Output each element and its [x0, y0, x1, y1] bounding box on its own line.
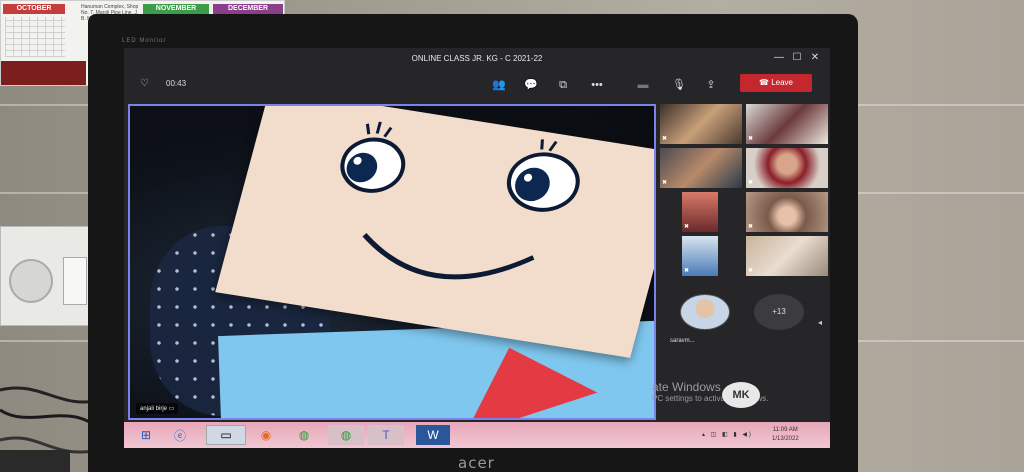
main-video-feed[interactable]: anjali birje ▭: [128, 104, 656, 420]
window-title: ONLINE CLASS JR. KG - C 2021-22: [411, 54, 543, 63]
main-participant-name: anjali birje: [140, 406, 168, 412]
calendar-month-december: DECEMBER: [213, 4, 283, 14]
title-bar: ONLINE CLASS JR. KG - C 2021-22 — ☐ ✕: [124, 48, 830, 70]
participant-tile[interactable]: ✖: [682, 236, 718, 276]
mic-off-icon: ✖: [684, 268, 690, 274]
participant-gallery: ✖ ✖ ✖ ✖ ✖ ✖ ✖ ✖: [660, 104, 830, 276]
participant-tile[interactable]: ✖: [660, 148, 742, 188]
mic-off-icon: ✖: [748, 268, 754, 274]
more-actions-icon[interactable]: •••: [588, 76, 606, 94]
leave-button[interactable]: ☎ Leave: [740, 74, 812, 92]
participant-name-tag: anjali birje ▭: [136, 403, 179, 414]
mic-off-icon: ✖: [748, 180, 754, 186]
calendar-grid: [5, 17, 65, 57]
calendar-month-november: NOVEMBER: [143, 4, 209, 14]
minimize-button[interactable]: —: [772, 51, 786, 65]
breakout-rooms-icon[interactable]: ⧉: [554, 76, 572, 94]
power-socket: [9, 259, 53, 303]
mic-off-icon: ✖: [662, 180, 668, 186]
calendar-month-october: OCTOBER: [3, 4, 65, 14]
chrome-window-icon[interactable]: ◍: [328, 425, 364, 445]
meeting-timer: 00:43: [166, 79, 187, 88]
windows-start-icon[interactable]: ⊞: [132, 425, 160, 445]
clock-date: 1/13/2022: [772, 436, 799, 442]
chevron-left-icon[interactable]: ◂: [818, 318, 822, 327]
mic-off-icon[interactable]: 🎙: [670, 76, 688, 94]
activate-windows-watermark: ate Windows: [652, 380, 721, 394]
mic-off-icon: ✖: [684, 224, 690, 230]
participant-avatar[interactable]: [680, 294, 730, 330]
maximize-button[interactable]: ☐: [790, 51, 804, 65]
mic-off-icon: ✖: [748, 224, 754, 230]
share-icon[interactable]: ⇪: [702, 76, 720, 94]
leave-label: Leave: [771, 78, 793, 87]
camera-icon[interactable]: ▬: [634, 76, 652, 94]
file-explorer-icon[interactable]: ▭: [206, 425, 246, 445]
close-button[interactable]: ✕: [808, 51, 822, 65]
participant-tile[interactable]: ✖: [660, 104, 742, 144]
chat-icon[interactable]: 💬: [522, 76, 540, 94]
chrome-icon[interactable]: ◍: [290, 425, 318, 445]
acer-logo: acer: [458, 454, 495, 472]
power-switch: [63, 257, 87, 305]
participants-icon[interactable]: 👥: [490, 76, 508, 94]
teams-icon[interactable]: T: [368, 425, 404, 445]
meeting-toolbar: ♡ 00:43 👥 💬 ⧉ ••• ▬ 🎙 ⇪ ☎ Leave: [124, 70, 830, 100]
phone-icon: ☎: [759, 78, 772, 87]
shield-icon: ♡: [140, 78, 149, 89]
more-participants-button[interactable]: +13: [754, 294, 804, 330]
mic-off-icon: ✖: [748, 136, 754, 142]
participant-tile[interactable]: ✖: [746, 236, 828, 276]
clock-time: 11:09 AM: [772, 427, 798, 433]
mic-off-icon: ✖: [662, 136, 668, 142]
cables: [0, 386, 100, 472]
windows-taskbar: ⊞ ⓔ ▭ ◉ ◍ ◍ T W ▴ ◫ ◧ ▮ ◀) 11:09 AM 1/13…: [124, 422, 830, 448]
participant-tile[interactable]: ✖: [746, 148, 828, 188]
led-label: LED Monitor: [122, 38, 167, 44]
system-tray[interactable]: ▴ ◫ ◧ ▮ ◀): [702, 431, 753, 438]
teams-window: ONLINE CLASS JR. KG - C 2021-22 — ☐ ✕ ♡ …: [124, 48, 830, 448]
avatar-participant-name: saravm...: [670, 338, 695, 344]
participant-tile[interactable]: ✖: [746, 104, 828, 144]
word-icon[interactable]: W: [416, 425, 450, 445]
taskbar-clock[interactable]: 11:09 AM 1/13/2022: [772, 426, 799, 444]
participant-tile[interactable]: ✖: [682, 192, 718, 232]
wall-socket: [0, 226, 92, 326]
screen-share-icon: ▭: [168, 406, 175, 412]
monitor: LED Monitor ONLINE CLASS JR. KG - C 2021…: [88, 14, 858, 472]
firefox-icon[interactable]: ◉: [252, 425, 280, 445]
participant-tile[interactable]: ✖: [746, 192, 828, 232]
internet-explorer-icon[interactable]: ⓔ: [166, 425, 194, 445]
calendar-ad-strip: [1, 61, 86, 85]
mk-avatar[interactable]: MK: [722, 382, 760, 408]
